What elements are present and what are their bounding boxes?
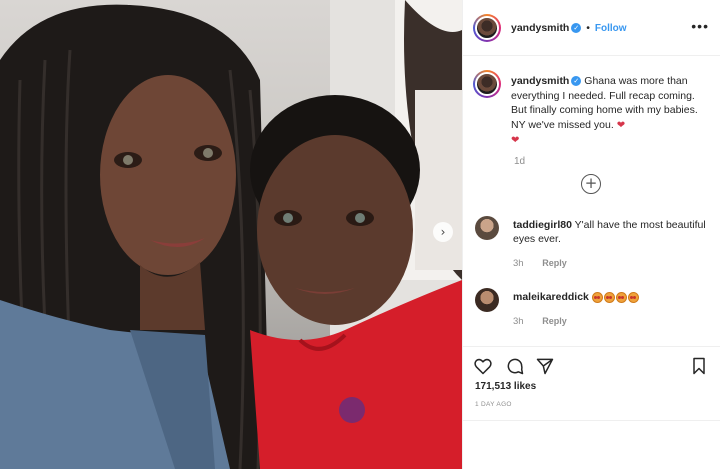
header-user-line: yandysmith ✓ • Follow (511, 22, 627, 34)
commenter-username[interactable]: maleikareddick (513, 291, 589, 303)
post-age: 1 DAY AGO (475, 401, 512, 408)
heart-eyes-emoji-icon (603, 291, 615, 303)
instagram-post: › yandysmith ✓ • Follow ••• yandysmith ✓ G… (0, 0, 720, 469)
load-more-comments-button[interactable]: + (581, 174, 601, 194)
heart-emoji-icon: ❤ (511, 135, 520, 146)
post-side-panel: yandysmith ✓ • Follow ••• yandysmith ✓ Gha… (462, 0, 720, 469)
chevron-right-icon: › (440, 225, 446, 239)
commenter-avatar[interactable] (475, 216, 499, 240)
heart-emoji-icon: ❤ (616, 119, 626, 131)
heart-icon[interactable] (473, 356, 493, 376)
comment-timestamp: 3h (513, 316, 524, 327)
heart-eyes-emoji-icon (591, 291, 603, 303)
add-comment-bar (463, 420, 720, 469)
heart-eyes-emoji-icon (627, 291, 639, 303)
more-options-icon[interactable]: ••• (691, 18, 709, 34)
paper-plane-icon[interactable] (535, 356, 555, 376)
action-bar (463, 346, 720, 382)
photo-illustration (0, 0, 462, 469)
author-avatar[interactable] (473, 14, 501, 42)
post-photo[interactable]: › (0, 0, 462, 469)
follow-button[interactable]: Follow (595, 23, 627, 34)
comment-icon[interactable] (505, 356, 525, 376)
reply-button[interactable]: Reply (542, 258, 567, 268)
comment-text: taddiegirl80 Y'all have the most beautif… (513, 218, 709, 246)
verified-badge-icon: ✓ (571, 23, 582, 34)
likes-count[interactable]: 171,513 likes (475, 381, 536, 392)
author-username[interactable]: yandysmith (511, 22, 569, 34)
heart-eyes-emoji-icon (615, 291, 627, 303)
caption-timestamp: 1d (514, 156, 526, 167)
comment-timestamp: 3h (513, 258, 524, 269)
reply-button[interactable]: Reply (542, 316, 567, 326)
commenter-username[interactable]: taddiegirl80 (513, 219, 572, 231)
comment-text: maleikareddick (513, 290, 709, 304)
caption-text: yandysmith ✓ Ghana was more than everythi… (511, 74, 711, 149)
comment-meta: 3h Reply (513, 258, 567, 269)
comment-meta: 3h Reply (513, 316, 567, 327)
commenter-avatar[interactable] (475, 288, 499, 312)
caption-username[interactable]: yandysmith (511, 75, 569, 87)
post-header: yandysmith ✓ • Follow ••• (463, 0, 720, 56)
separator-dot: • (586, 22, 590, 34)
bookmark-icon[interactable] (689, 356, 709, 376)
next-photo-button[interactable]: › (433, 222, 453, 242)
verified-badge-icon: ✓ (571, 76, 582, 87)
caption-avatar[interactable] (473, 70, 501, 98)
